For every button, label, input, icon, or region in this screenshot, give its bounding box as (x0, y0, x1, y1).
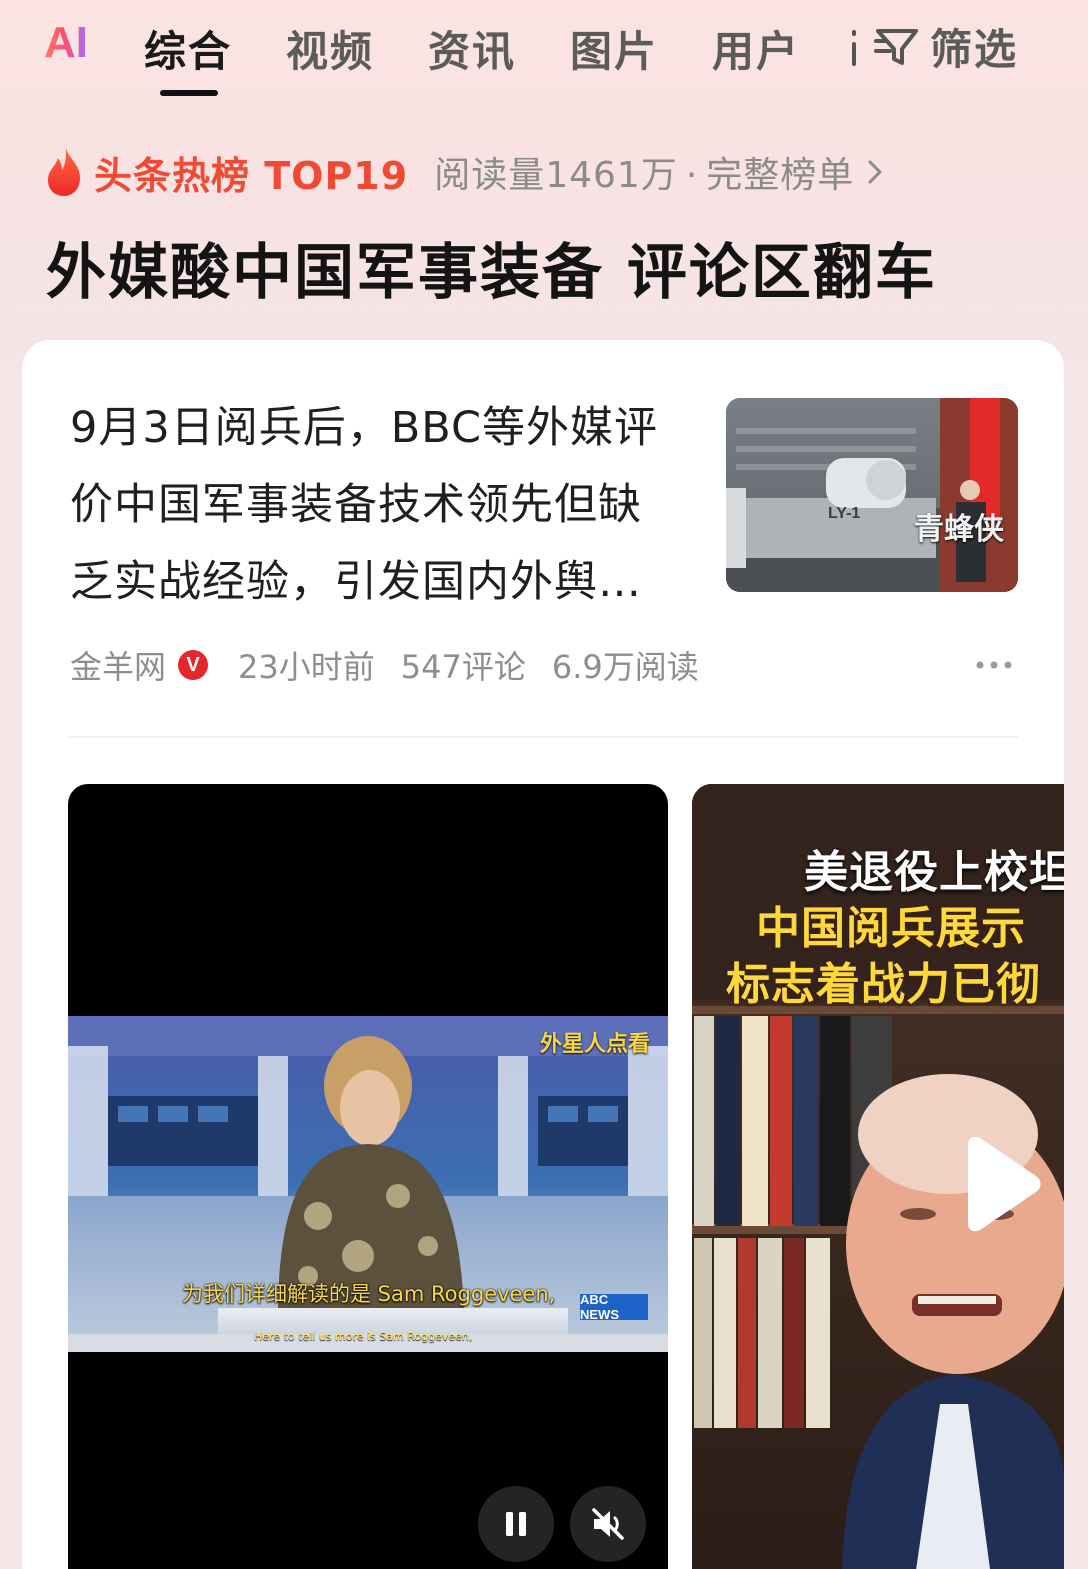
meta-separator: · (685, 155, 699, 196)
subtitle-english: Here to tell us more is Sam Roggeveen, (254, 1330, 473, 1343)
pause-icon (506, 1512, 526, 1536)
tab-news[interactable]: 资讯 (428, 18, 516, 79)
divider (68, 736, 1018, 738)
filter-label: 筛选 (930, 24, 1019, 74)
video-player-2[interactable]: 美退役上校坦 中国阅兵展示 标志着战力已彻 (692, 784, 1064, 1569)
hot-list-row[interactable]: 头条热榜 TOP19 阅读量1461万 · 完整榜单 (44, 144, 886, 200)
full-list-link[interactable]: 完整榜单 (706, 155, 854, 196)
read-count: 阅读量1461万 (434, 155, 678, 196)
summary-line: 乏实战经验，引发国内外舆… (70, 557, 642, 607)
summary-line: 9月3日阅兵后，BBC等外媒评 (70, 403, 658, 453)
hot-topic-headline[interactable]: 外媒酸中国军事装备 评论区翻车 (46, 224, 937, 311)
thumbnail-mark: LY-1 (828, 505, 860, 522)
source-name[interactable]: 金羊网 (70, 642, 166, 688)
video-title-line: 美退役上校坦 (804, 847, 1064, 898)
ai-tab[interactable]: AI (44, 18, 88, 68)
flame-icon (48, 148, 80, 196)
pause-button[interactable] (478, 1486, 554, 1562)
more-options-icon[interactable] (976, 660, 1012, 670)
article-thumbnail[interactable]: LY-1 青蜂侠 (726, 398, 1018, 592)
hot-list-meta: 阅读量1461万 · 完整榜单 (434, 146, 854, 198)
result-card: 9月3日阅兵后，BBC等外媒评 价中国军事装备技术领先但缺 乏实战经验，引发国内… (22, 340, 1064, 1569)
video-title-line: 中国阅兵展示 (756, 903, 1026, 954)
tab-video[interactable]: 视频 (286, 18, 374, 79)
divider (852, 26, 856, 66)
summary-line: 价中国军事装备技术领先但缺 (70, 480, 642, 530)
verified-badge-icon: V (178, 650, 209, 680)
filter-icon (874, 29, 918, 65)
video-title-line: 标志着战力已彻 (726, 959, 1041, 1010)
top-nav: AI 综合 视频 资讯 图片 用户 筛选 (0, 0, 1088, 110)
play-icon[interactable] (954, 1134, 1044, 1234)
mute-button[interactable] (570, 1486, 646, 1562)
article-meta: 金羊网 V 23小时前 547评论 6.9万阅读 (70, 640, 699, 690)
comment-count: 547评论 (400, 648, 526, 686)
subtitle-chinese: 为我们详细解读的是 Sam Roggeveen, (182, 1282, 556, 1306)
filter-button[interactable]: 筛选 (852, 18, 1018, 74)
video-player-1[interactable]: 外星人点看 为我们详细解读的是 Sam Roggeveen, Here to t… (68, 784, 668, 1569)
tab-comprehensive[interactable]: 综合 (144, 18, 232, 79)
hot-list-label: 头条热榜 TOP19 (94, 153, 409, 198)
tab-users[interactable]: 用户 (712, 18, 800, 79)
video-watermark: 外星人点看 (539, 1032, 650, 1057)
thumbnail-watermark: 青蜂侠 (914, 512, 1004, 547)
mute-icon (592, 1508, 624, 1540)
tab-images[interactable]: 图片 (570, 18, 658, 79)
read-count: 6.9万阅读 (551, 648, 699, 686)
post-time: 23小时前 (238, 648, 375, 686)
chevron-right-icon (868, 160, 882, 184)
active-tab-indicator (160, 90, 218, 96)
news-logo: ABC NEWS (580, 1292, 648, 1322)
video-frame: 外星人点看 为我们详细解读的是 Sam Roggeveen, Here to t… (68, 1016, 668, 1352)
thumbnail-image: LY-1 (726, 398, 1018, 592)
article-summary[interactable]: 9月3日阅兵后，BBC等外媒评 价中国军事装备技术领先但缺 乏实战经验，引发国内… (70, 390, 690, 621)
